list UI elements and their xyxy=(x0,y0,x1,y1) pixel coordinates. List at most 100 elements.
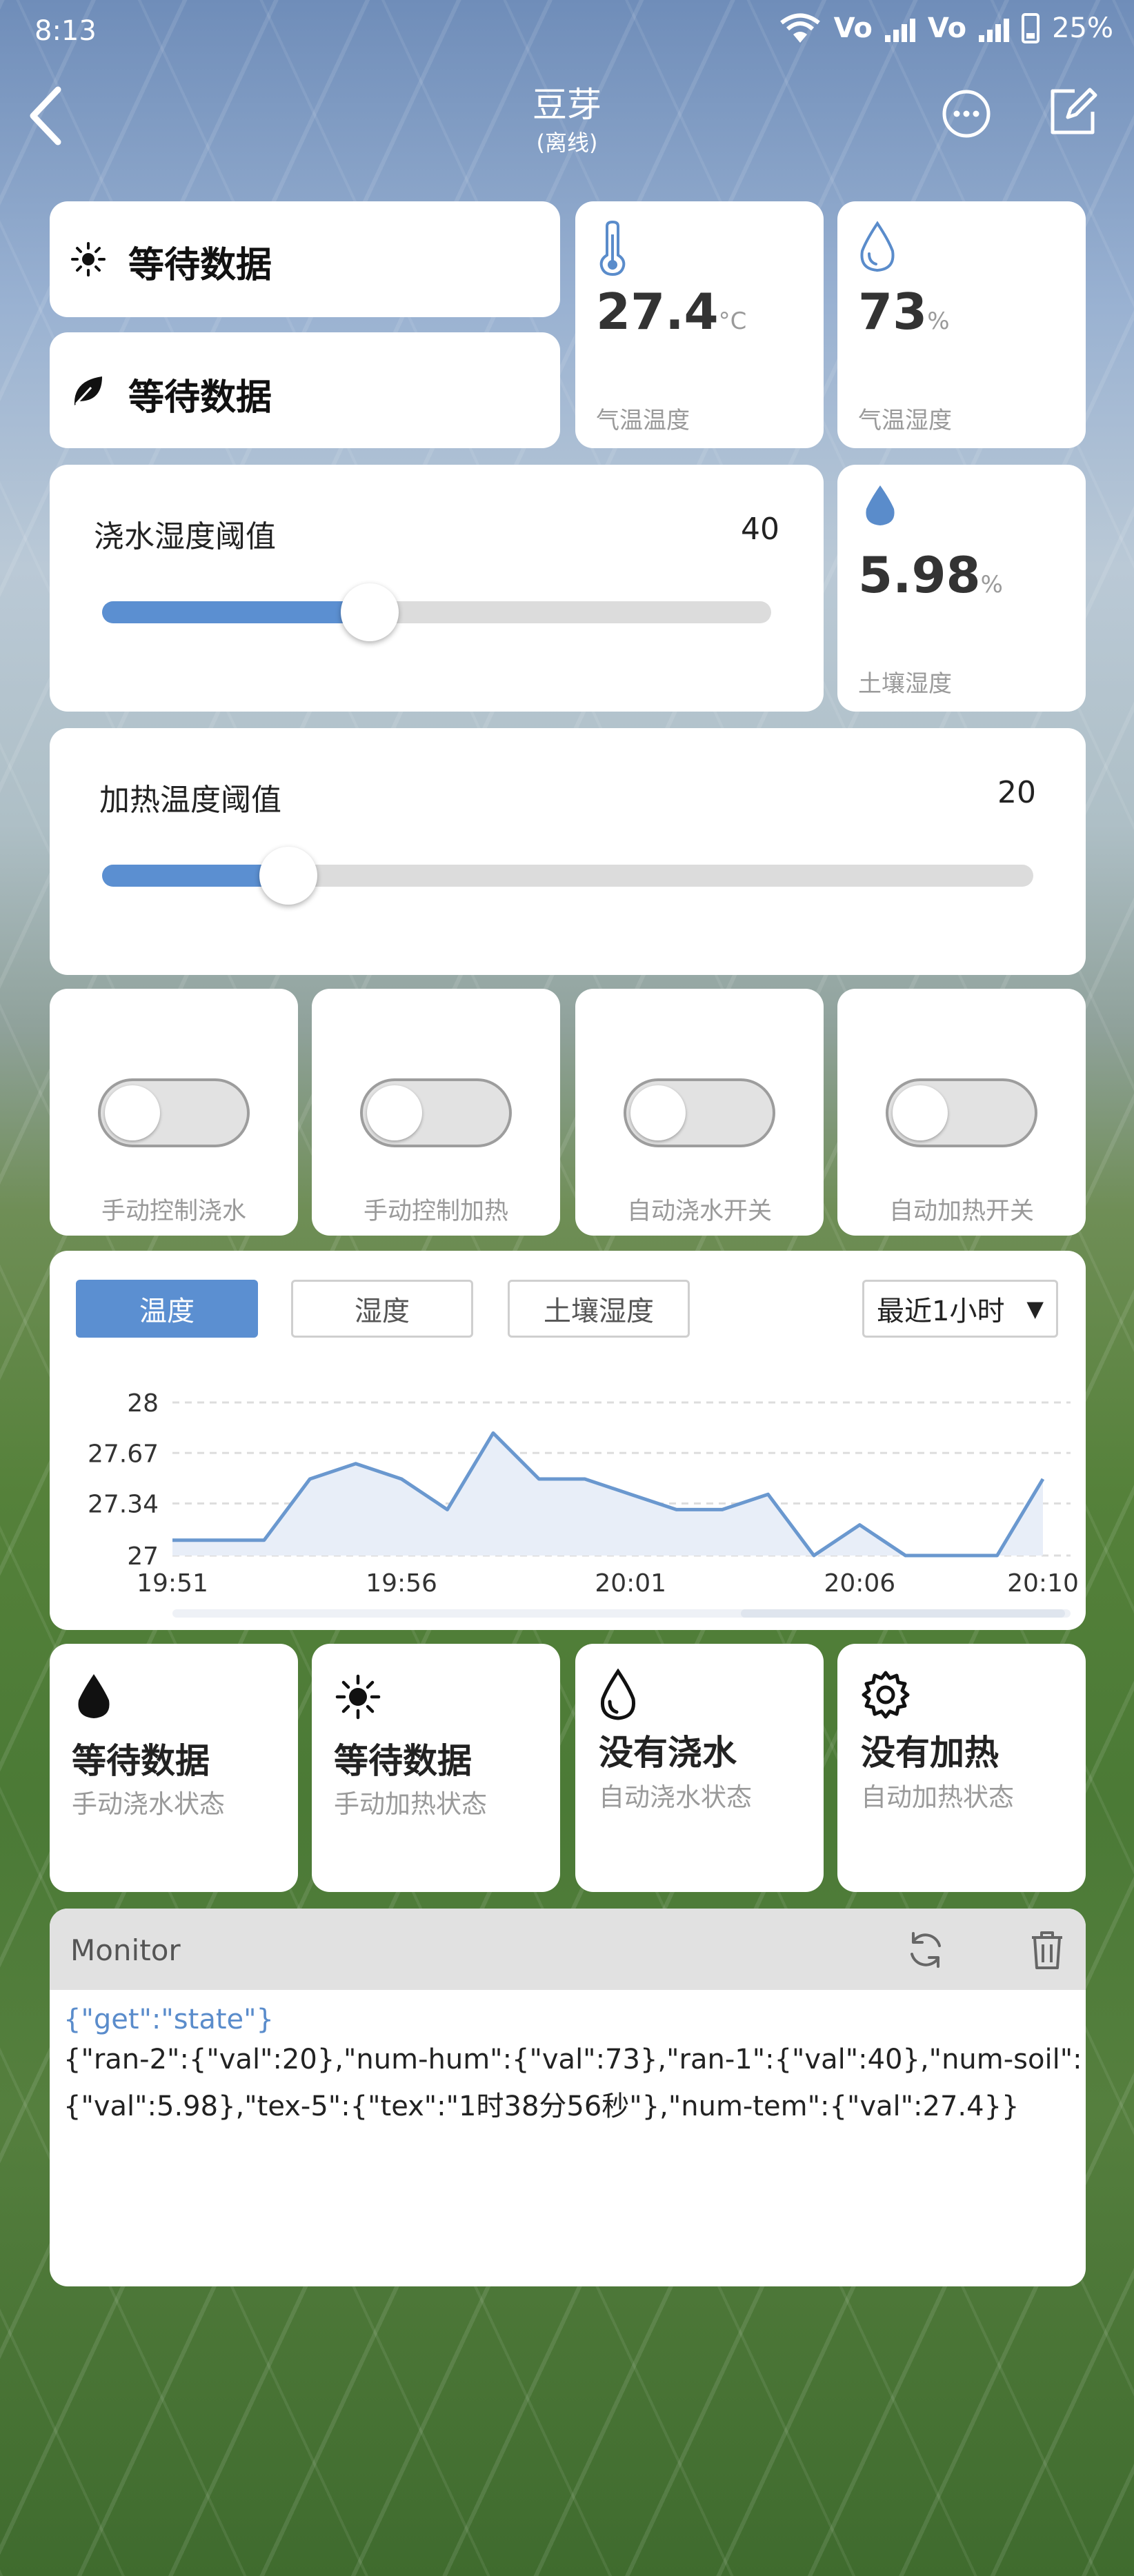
heat-threshold-value: 20 xyxy=(997,775,1036,810)
water-slider-fill xyxy=(102,601,370,623)
x-tick-label: 20:01 xyxy=(595,1569,666,1598)
status-tile-auto-water: 没有浇水 自动浇水状态 xyxy=(575,1644,824,1892)
chart-scroll-thumb xyxy=(741,1609,1065,1618)
air-temp-card: 27.4°C 气温温度 xyxy=(575,201,824,448)
soil-hum-label: 土壤湿度 xyxy=(858,670,952,698)
air-hum-readout: 73% xyxy=(858,283,950,341)
y-tick-label: 27.34 xyxy=(88,1491,159,1519)
volte-badge-2: Vo xyxy=(927,12,967,44)
x-tick-label: 20:10 xyxy=(1007,1569,1079,1598)
y-tick-label: 27.67 xyxy=(88,1440,159,1468)
water-threshold-value: 40 xyxy=(741,512,779,547)
signal-icon-1 xyxy=(884,14,915,42)
status-tile-manual-heat: 等待数据 手动加热状态 xyxy=(312,1644,560,1892)
battery-icon xyxy=(1022,13,1040,43)
tab-temperature[interactable]: 温度 xyxy=(76,1280,258,1338)
switch-card-manual-water: 手动控制浇水 xyxy=(50,989,298,1236)
trash-icon[interactable] xyxy=(1029,1929,1065,1971)
y-tick-label: 28 xyxy=(127,1389,159,1418)
soil-hum-card: 5.98% 土壤湿度 xyxy=(837,465,1086,712)
water-threshold-label: 浇水湿度阈值 xyxy=(94,519,276,554)
status-bar: 8:13 Vo Vo 25% xyxy=(0,0,1134,62)
text-tile-1: 等待数据 xyxy=(50,201,560,317)
monitor-line-request: {"get":"state"} xyxy=(63,2004,274,2035)
heat-threshold-label: 加热温度阈值 xyxy=(99,783,281,818)
heat-threshold-slider[interactable] xyxy=(102,847,1033,905)
water-threshold-card: 浇水湿度阈值 40 xyxy=(50,465,824,712)
temperature-chart: 28 27.67 27.34 2719:51 19:56 20:01 20:06 20:10 xyxy=(88,1389,1079,1618)
x-tick-label: 19:51 xyxy=(137,1569,208,1598)
monitor-line-response-1: {"ran-2":{"val":20},"num-hum":{"val":73}… xyxy=(63,2044,1082,2075)
soil-hum-value: 5.98 xyxy=(858,546,981,604)
y-tick-label: 27 xyxy=(127,1542,159,1571)
water-drop-outline-icon xyxy=(860,221,895,272)
volte-badge-1: Vo xyxy=(833,12,873,44)
air-hum-unit: % xyxy=(927,308,950,335)
auto-heat-status-label: 自动加热状态 xyxy=(861,1782,1014,1812)
sun-icon xyxy=(71,242,106,276)
heat-slider-handle[interactable] xyxy=(259,847,317,905)
switch-card-auto-heat: 自动加热开关 xyxy=(837,989,1086,1236)
x-tick-label: 19:56 xyxy=(366,1569,437,1598)
soil-hum-readout: 5.98% xyxy=(858,546,1003,604)
monitor-line-response-2: {"val":5.98},"tex-5":{"tex":"1时38分56秒"},… xyxy=(63,2091,1019,2122)
auto-water-status-title: 没有浇水 xyxy=(599,1733,737,1773)
battery-percent: 25% xyxy=(1052,12,1113,44)
monitor-title: Monitor xyxy=(70,1933,181,1967)
drop-icon xyxy=(78,1674,110,1718)
status-tile-manual-water: 等待数据 手动浇水状态 xyxy=(50,1644,298,1892)
leaf-icon xyxy=(74,376,102,405)
water-threshold-slider[interactable] xyxy=(102,583,771,641)
chart-area-fill xyxy=(172,1433,1043,1556)
manual-water-status-title: 等待数据 xyxy=(72,1741,210,1781)
auto-water-label: 自动浇水开关 xyxy=(626,1198,772,1225)
air-temp-unit: °C xyxy=(718,308,747,335)
auto-heat-status-title: 没有加热 xyxy=(861,1733,999,1773)
manual-heat-status-label: 手动加热状态 xyxy=(334,1789,487,1819)
text-tile-1-value: 等待数据 xyxy=(128,245,272,286)
air-hum-card: 73% 气温湿度 xyxy=(837,201,1086,448)
manual-heat-label: 手动控制加热 xyxy=(363,1198,508,1225)
range-select[interactable]: 最近1小时 ▼ xyxy=(862,1280,1058,1338)
tab-soil-humidity[interactable]: 土壤湿度 xyxy=(508,1280,690,1338)
manual-heat-toggle[interactable] xyxy=(360,1078,512,1147)
auto-heat-label: 自动加热开关 xyxy=(888,1198,1034,1225)
manual-heat-status-title: 等待数据 xyxy=(334,1741,472,1781)
manual-water-status-label: 手动浇水状态 xyxy=(72,1789,225,1819)
monitor-header: Monitor xyxy=(50,1909,1086,1990)
status-tile-auto-heat: 没有加热 自动加热状态 xyxy=(837,1644,1086,1892)
dropdown-arrow-icon: ▼ xyxy=(1026,1296,1044,1322)
monitor-panel: Monitor {"get":"state"} {"ran-2":{"val":… xyxy=(50,1909,1086,2286)
air-temp-value: 27.4 xyxy=(596,283,719,341)
drop-outline-icon xyxy=(600,1669,636,1720)
switch-card-auto-water: 自动浇水开关 xyxy=(575,989,824,1236)
water-slider-handle[interactable] xyxy=(341,583,399,641)
chart-card: 温度 湿度 土壤湿度 最近1小时 ▼ 28 27.67 27.34 27 19:51 19… xyxy=(50,1251,1086,1630)
gear-icon xyxy=(862,1671,910,1719)
wifi-icon xyxy=(779,13,820,43)
air-hum-value: 73 xyxy=(858,283,928,341)
air-hum-label: 气温湿度 xyxy=(858,407,952,434)
more-icon[interactable] xyxy=(941,88,992,139)
edit-icon[interactable] xyxy=(1047,85,1100,138)
status-icons: Vo Vo 25% xyxy=(779,12,1113,44)
soil-hum-unit: % xyxy=(980,571,1003,598)
heat-threshold-card: 加热温度阈值 20 xyxy=(50,728,1086,975)
auto-heat-toggle[interactable] xyxy=(886,1078,1037,1147)
range-select-value: 最近1小时 xyxy=(877,1296,1005,1327)
tab-humidity[interactable]: 湿度 xyxy=(291,1280,473,1338)
thermometer-icon xyxy=(599,221,626,276)
status-time: 8:13 xyxy=(34,15,97,47)
water-drop-icon xyxy=(866,485,895,525)
signal-icon-2 xyxy=(979,14,1010,42)
switch-card-manual-heat: 手动控制加热 xyxy=(312,989,560,1236)
x-tick-label: 20:06 xyxy=(824,1569,895,1598)
refresh-icon[interactable] xyxy=(905,1929,946,1971)
text-tile-2: 等待数据 xyxy=(50,332,560,448)
sun-icon xyxy=(335,1674,381,1720)
auto-water-toggle[interactable] xyxy=(624,1078,775,1147)
air-temp-label: 气温温度 xyxy=(596,407,690,434)
text-tile-2-value: 等待数据 xyxy=(128,377,272,419)
auto-water-status-label: 自动浇水状态 xyxy=(599,1782,752,1812)
manual-water-toggle[interactable] xyxy=(98,1078,250,1147)
